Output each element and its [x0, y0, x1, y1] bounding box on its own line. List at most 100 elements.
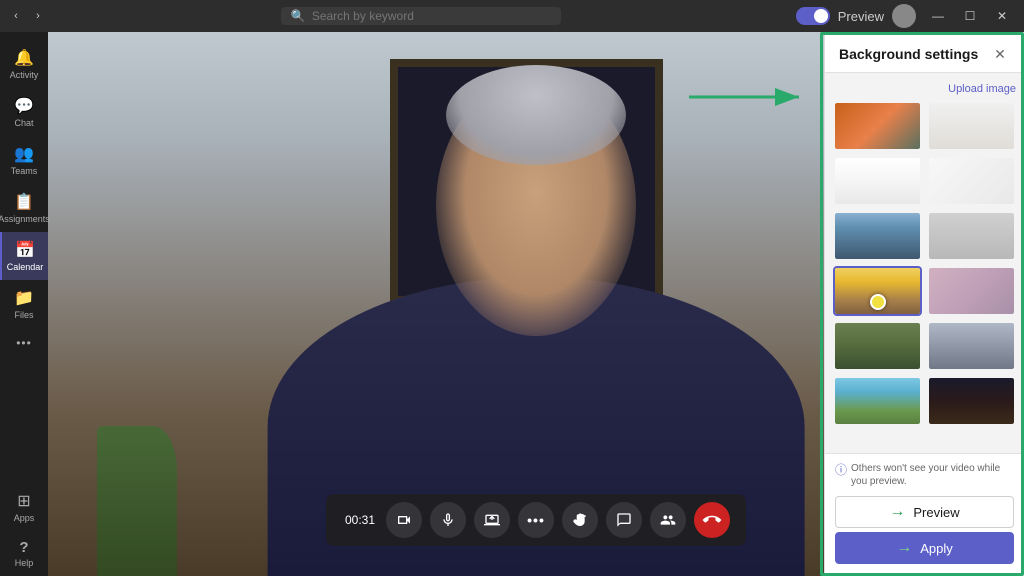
bg-thumbnail-living: [835, 323, 920, 369]
sidebar-label-help: Help: [15, 558, 34, 568]
bg-option-yellow[interactable]: [833, 266, 922, 316]
assignments-icon: 📋: [14, 192, 34, 212]
sidebar-label-apps: Apps: [14, 513, 35, 523]
apply-button-label: Apply: [920, 541, 953, 556]
bg-option-white-simple[interactable]: [927, 156, 1016, 206]
preview-toggle: Preview: [796, 7, 884, 25]
window-controls: — ☐ ✕: [924, 2, 1016, 30]
bg-panel-header: Background settings ✕: [825, 32, 1024, 73]
sidebar-item-activity[interactable]: 🔔 Activity: [0, 40, 48, 88]
more-icon: •••: [16, 336, 32, 350]
search-bar: 🔍: [46, 7, 796, 25]
apply-arrow-icon: →: [896, 539, 912, 557]
upload-image-button[interactable]: Upload image: [833, 81, 1016, 101]
pointing-arrow: [689, 82, 809, 112]
sidebar-item-files[interactable]: 📁 Files: [0, 280, 48, 328]
toggle-thumb: [814, 9, 828, 23]
activity-icon: 🔔: [14, 48, 34, 68]
bg-thumbnail-white-room: [929, 103, 1014, 149]
sidebar-label-chat: Chat: [14, 118, 33, 128]
sidebar: 🔔 Activity 💬 Chat 👥 Teams 📋 Assignments …: [0, 32, 48, 576]
raise-hand-button[interactable]: [562, 502, 598, 538]
sidebar-label-teams: Teams: [11, 166, 38, 176]
sidebar-item-more[interactable]: •••: [0, 328, 48, 358]
sidebar-item-apps[interactable]: ⊞ Apps: [0, 483, 48, 531]
sidebar-item-calendar[interactable]: 📅 Calendar: [0, 232, 48, 280]
user-avatar[interactable]: [892, 4, 916, 28]
forward-button[interactable]: ›: [30, 8, 46, 24]
bg-panel-footer: ⓘ Others won't see your video while you …: [825, 453, 1024, 576]
sidebar-item-teams[interactable]: 👥 Teams: [0, 136, 48, 184]
bg-thumbnail-yellow: [835, 268, 920, 314]
sidebar-item-help[interactable]: ? Help: [0, 531, 48, 576]
arrow-overlay: [689, 82, 809, 117]
bg-thumbnail-white-min: [835, 158, 920, 204]
back-button[interactable]: ‹: [8, 8, 24, 24]
bg-panel-title: Background settings: [839, 46, 978, 62]
bg-thumbnail-library: [929, 323, 1014, 369]
more-options-button[interactable]: •••: [518, 502, 554, 538]
participants-button[interactable]: [650, 502, 686, 538]
bg-option-minecraft-dark[interactable]: [927, 376, 1016, 426]
search-wrapper: 🔍: [281, 7, 561, 25]
share-button[interactable]: [474, 502, 510, 538]
bg-option-fantasy[interactable]: [927, 266, 1016, 316]
calendar-icon: 📅: [15, 240, 35, 260]
help-icon: ?: [19, 539, 28, 556]
background-grid: [833, 101, 1016, 426]
bg-thumbnail-white-simple: [929, 158, 1014, 204]
call-controls: 00:31 •••: [326, 494, 746, 546]
preview-note-text: Others won't see your video while you pr…: [851, 462, 1014, 488]
search-input[interactable]: [312, 9, 551, 23]
close-button[interactable]: ✕: [988, 2, 1016, 30]
bg-panel-close-button[interactable]: ✕: [990, 44, 1010, 64]
bg-option-office[interactable]: [833, 211, 922, 261]
preview-button[interactable]: → Preview: [835, 496, 1014, 528]
preview-label: Preview: [838, 9, 884, 24]
sidebar-bottom: ⊞ Apps ? Help: [0, 483, 48, 576]
chat-icon: 💬: [14, 96, 34, 116]
chat-button[interactable]: [606, 502, 642, 538]
bg-thumbnail-gray-room: [929, 213, 1014, 259]
bg-thumbnail-fantasy: [929, 268, 1014, 314]
bg-option-living[interactable]: [833, 321, 922, 371]
mic-button[interactable]: [430, 502, 466, 538]
minimize-button[interactable]: —: [924, 2, 952, 30]
bg-thumbnail-office: [835, 213, 920, 259]
sidebar-item-chat[interactable]: 💬 Chat: [0, 88, 48, 136]
apps-icon: ⊞: [17, 491, 30, 511]
preview-button-label: Preview: [913, 505, 959, 520]
bg-option-white-min[interactable]: [833, 156, 922, 206]
maximize-button[interactable]: ☐: [956, 2, 984, 30]
sidebar-label-activity: Activity: [10, 70, 39, 80]
sidebar-label-files: Files: [14, 310, 33, 320]
apply-button[interactable]: → Apply: [835, 532, 1014, 564]
person-hair: [446, 65, 626, 165]
bg-option-orange[interactable]: [833, 101, 922, 151]
sidebar-label-calendar: Calendar: [7, 262, 44, 272]
sidebar-item-assignments[interactable]: 📋 Assignments: [0, 184, 48, 232]
info-icon: ⓘ: [835, 463, 847, 479]
call-timer: 00:31: [342, 513, 378, 527]
sidebar-label-assignments: Assignments: [0, 214, 50, 224]
bg-panel-body: Upload image: [825, 73, 1024, 453]
preview-toggle-switch[interactable]: [796, 7, 830, 25]
title-bar: ‹ › 🔍 Preview — ☐ ✕: [0, 0, 1024, 32]
search-icon: 🔍: [291, 9, 306, 23]
bg-thumbnail-minecraft-dark: [929, 378, 1014, 424]
bg-settings-panel: Background settings ✕ Upload image: [824, 32, 1024, 576]
bg-thumbnail-minecraft-day: [835, 378, 920, 424]
files-icon: 📁: [14, 288, 34, 308]
camera-button[interactable]: [386, 502, 422, 538]
end-call-button[interactable]: [694, 502, 730, 538]
bg-option-library[interactable]: [927, 321, 1016, 371]
bg-option-gray-room[interactable]: [927, 211, 1016, 261]
bg-option-minecraft-day[interactable]: [833, 376, 922, 426]
teams-icon: 👥: [14, 144, 34, 164]
preview-arrow-icon: →: [889, 503, 905, 521]
nav-controls: ‹ ›: [8, 8, 46, 24]
bg-option-white-room[interactable]: [927, 101, 1016, 151]
preview-note: ⓘ Others won't see your video while you …: [835, 462, 1014, 488]
plant: [97, 426, 177, 576]
bg-thumbnail-orange: [835, 103, 920, 149]
